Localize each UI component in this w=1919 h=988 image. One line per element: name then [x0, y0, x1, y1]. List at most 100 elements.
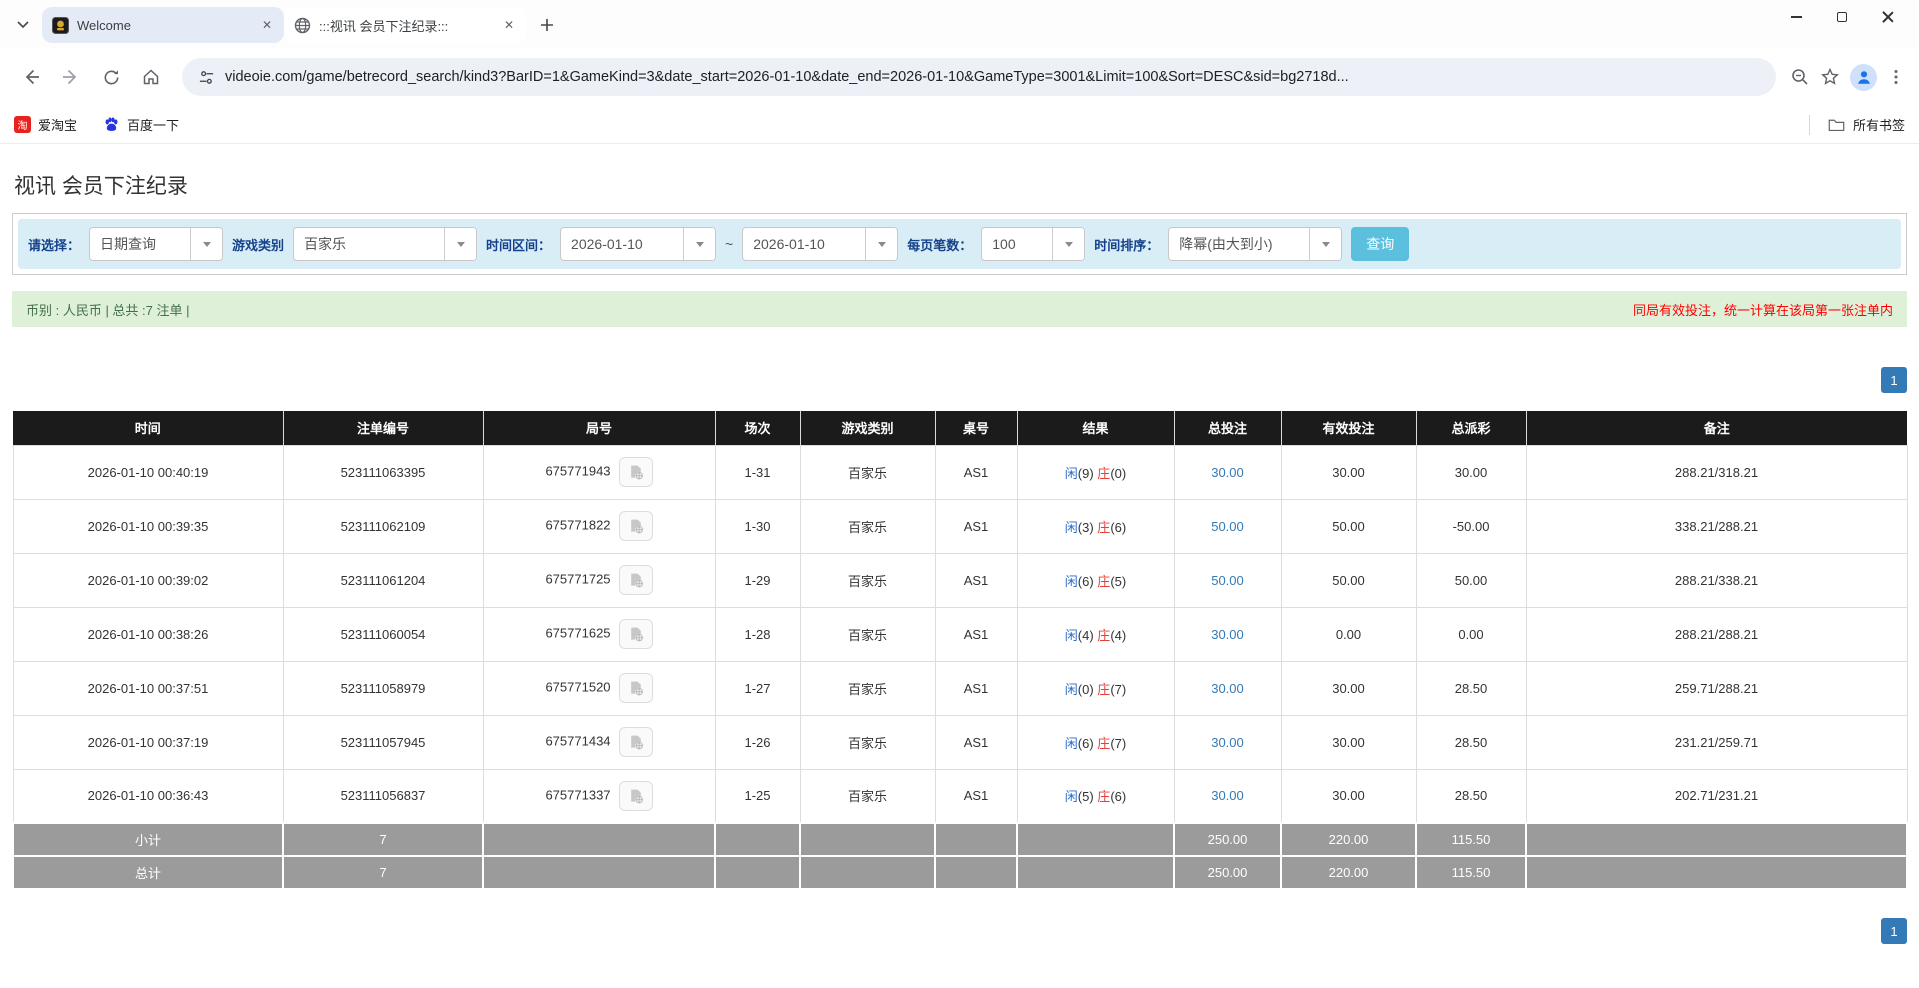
cell-payout: 30.00 — [1416, 445, 1526, 499]
cell-time: 2026-01-10 00:40:19 — [13, 445, 283, 499]
bookmark-baidu[interactable]: 百度一下 — [103, 115, 179, 134]
sort-combobox[interactable]: 降幂(由大到小) — [1168, 227, 1342, 261]
all-bookmarks[interactable]: 所有书签 — [1809, 115, 1905, 135]
banker-result-label: 庄 — [1097, 682, 1110, 697]
video-replay-button[interactable] — [619, 673, 653, 703]
page-1-button[interactable]: 1 — [1881, 367, 1907, 393]
game-kind-label: 游戏类别 — [232, 235, 284, 254]
new-tab-button[interactable] — [532, 10, 562, 40]
player-result-label: 闲 — [1065, 736, 1078, 751]
per-page-combobox[interactable]: 100 — [981, 227, 1085, 261]
sum-count: 7 — [283, 823, 483, 856]
video-replay-button[interactable] — [619, 565, 653, 595]
window-controls — [1773, 0, 1911, 34]
tab-search-button[interactable] — [8, 10, 38, 40]
bookmark-star-icon[interactable] — [1820, 67, 1840, 87]
menu-kebab-icon[interactable] — [1887, 68, 1905, 86]
video-replay-button[interactable] — [619, 511, 653, 541]
date-to-combobox[interactable]: 2026-01-10 — [742, 227, 898, 261]
date-from-combobox[interactable]: 2026-01-10 — [560, 227, 716, 261]
video-replay-button[interactable] — [619, 457, 653, 487]
cell-result: 闲(4) 庄(4) — [1017, 607, 1174, 661]
player-result-label: 闲 — [1065, 789, 1078, 804]
page-1-button[interactable]: 1 — [1881, 918, 1907, 944]
tab-close-icon[interactable]: ✕ — [258, 16, 276, 34]
total-bet-link[interactable]: 30.00 — [1211, 627, 1244, 642]
query-type-combobox[interactable]: 日期查询 — [89, 227, 223, 261]
bet-records-table: 时间注单编号局号场次游戏类别桌号结果总投注有效投注总派彩备注 2026-01-1… — [12, 411, 1908, 890]
total-bet-link[interactable]: 30.00 — [1211, 788, 1244, 803]
address-bar[interactable]: videoie.com/game/betrecord_search/kind3?… — [182, 58, 1776, 96]
tab-betrecord[interactable]: :::视讯 会员下注纪录::: ✕ — [284, 7, 526, 43]
dropdown-button[interactable] — [190, 228, 222, 260]
cell-result: 闲(6) 庄(5) — [1017, 553, 1174, 607]
plus-icon — [540, 18, 554, 32]
video-replay-button[interactable] — [619, 781, 653, 811]
filter-panel: 请选择： 日期查询 游戏类别 百家乐 时间区间： 2026-01-10 ~ 20… — [18, 219, 1901, 269]
banker-result-label: 庄 — [1097, 736, 1110, 751]
total-bet-link[interactable]: 30.00 — [1211, 735, 1244, 750]
maximize-button[interactable] — [1819, 0, 1865, 34]
cell-payout: 28.50 — [1416, 715, 1526, 769]
chevron-down-icon — [457, 242, 465, 247]
total-bet-link[interactable]: 50.00 — [1211, 573, 1244, 588]
bookmark-aitaobao[interactable]: 淘 爱淘宝 — [14, 115, 77, 134]
table-header-row: 时间注单编号局号场次游戏类别桌号结果总投注有效投注总派彩备注 — [13, 411, 1907, 445]
tab-welcome[interactable]: Welcome ✕ — [42, 7, 284, 43]
banker-result-value: (7) — [1110, 682, 1126, 697]
total-bet-link[interactable]: 50.00 — [1211, 519, 1244, 534]
column-header: 有效投注 — [1281, 411, 1416, 445]
cell-valid-bet: 0.00 — [1281, 607, 1416, 661]
cell-valid-bet: 30.00 — [1281, 445, 1416, 499]
cell-total-bet: 30.00 — [1174, 769, 1281, 823]
home-button[interactable] — [134, 60, 168, 94]
tab-close-icon[interactable]: ✕ — [500, 16, 518, 34]
minimize-button[interactable] — [1773, 0, 1819, 34]
close-button[interactable] — [1865, 0, 1911, 34]
currency-total-text: 币别 : 人民币 | 总共 :7 注单 | — [26, 300, 190, 319]
cell-bet-id: 523111058979 — [283, 661, 483, 715]
cell-table-no: AS1 — [935, 769, 1017, 823]
column-header: 时间 — [13, 411, 283, 445]
table-row: 2026-01-10 00:39:02523111061204675771725… — [13, 553, 1907, 607]
sum-table — [935, 823, 1017, 856]
table-row: 2026-01-10 00:39:35523111062109675771822… — [13, 499, 1907, 553]
video-replay-button[interactable] — [619, 619, 653, 649]
column-header: 局号 — [483, 411, 715, 445]
chevron-down-icon — [17, 21, 29, 29]
url-text: videoie.com/game/betrecord_search/kind3?… — [225, 69, 1760, 85]
cell-remark: 259.71/288.21 — [1526, 661, 1907, 715]
profile-avatar[interactable] — [1850, 64, 1877, 91]
total-row: 总计7250.00220.00115.50 — [13, 856, 1907, 889]
search-button[interactable]: 查询 — [1351, 227, 1409, 261]
minimize-icon — [1791, 16, 1802, 17]
total-bet-link[interactable]: 30.00 — [1211, 465, 1244, 480]
film-icon — [628, 788, 644, 804]
cell-game-kind: 百家乐 — [800, 607, 935, 661]
banker-result-value: (7) — [1110, 736, 1126, 751]
back-button[interactable] — [14, 60, 48, 94]
cell-valid-bet: 50.00 — [1281, 553, 1416, 607]
banker-result-value: (0) — [1110, 466, 1126, 481]
pagination-bottom: 1 — [12, 918, 1907, 944]
forward-button[interactable] — [54, 60, 88, 94]
baidu-paw-icon — [103, 116, 120, 133]
close-icon — [1882, 11, 1894, 23]
dropdown-button[interactable] — [865, 228, 897, 260]
sum-round — [483, 823, 715, 856]
site-info-icon — [198, 69, 215, 86]
dropdown-button[interactable] — [444, 228, 476, 260]
film-icon — [628, 734, 644, 750]
bookmarks-bar: 淘 爱淘宝 百度一下 所有书签 — [0, 106, 1919, 144]
cell-result: 闲(6) 庄(7) — [1017, 715, 1174, 769]
total-bet-link[interactable]: 30.00 — [1211, 681, 1244, 696]
zoom-icon[interactable] — [1790, 67, 1810, 87]
video-replay-button[interactable] — [619, 727, 653, 757]
reload-button[interactable] — [94, 60, 128, 94]
dropdown-button[interactable] — [683, 228, 715, 260]
dropdown-button[interactable] — [1309, 228, 1341, 260]
home-icon — [141, 67, 161, 87]
dropdown-button[interactable] — [1052, 228, 1084, 260]
column-header: 场次 — [715, 411, 800, 445]
game-kind-combobox[interactable]: 百家乐 — [293, 227, 477, 261]
